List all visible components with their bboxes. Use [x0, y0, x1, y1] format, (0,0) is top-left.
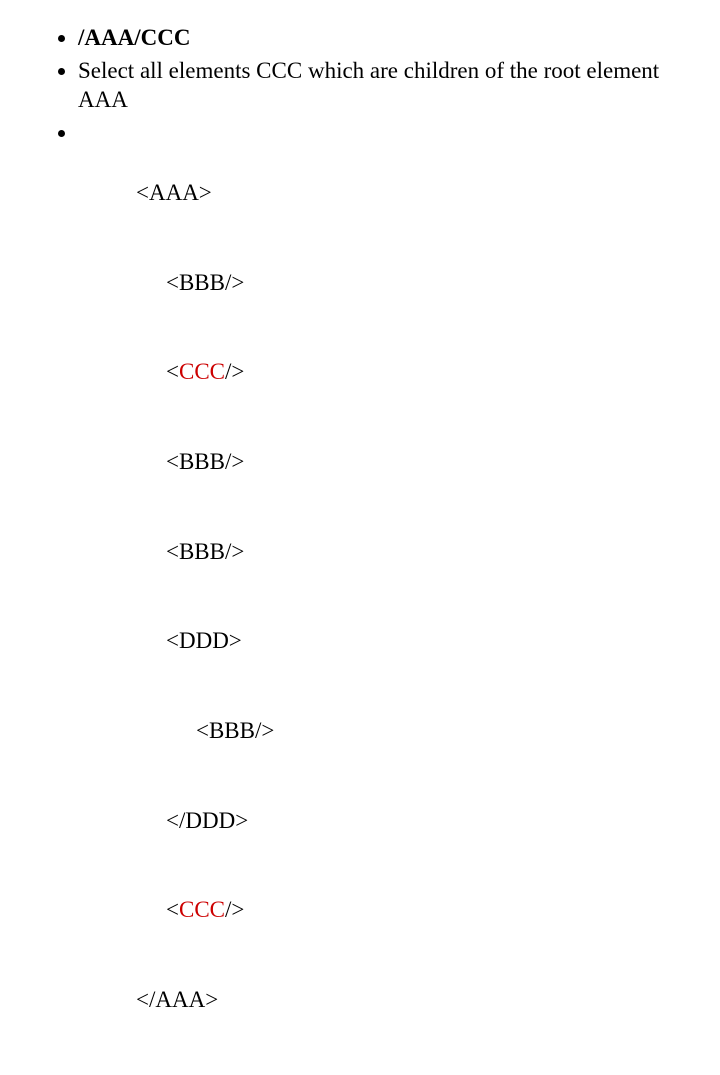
code-line-bbb-4: <BBB/>	[196, 716, 660, 746]
xpath-text: /AAA/CCC	[78, 25, 190, 50]
code-line-bbb-2: <BBB/>	[166, 447, 660, 477]
bullet-list: /AAA/CCC Select all elements CCC which a…	[60, 24, 660, 1075]
code-line-ccc-2: <CCC/>	[166, 895, 660, 925]
code-line-aaa-close: </AAA>	[136, 985, 660, 1015]
code-line-aaa-open: <AAA>	[136, 178, 660, 208]
bullet-description: Select all elements CCC which are childr…	[78, 57, 660, 115]
slide-content: /AAA/CCC Select all elements CCC which a…	[0, 0, 720, 1075]
code-line-bbb-3: <BBB/>	[166, 537, 660, 567]
code-line-ccc-1: <CCC/>	[166, 357, 660, 387]
ccc1-open-bracket: <	[166, 359, 179, 384]
code-line-ddd-close: </DDD>	[166, 806, 660, 836]
description-text: Select all elements CCC which are childr…	[78, 58, 659, 112]
code-line-bbb-1: <BBB/>	[166, 268, 660, 298]
bullet-xpath: /AAA/CCC	[78, 24, 660, 53]
bullet-code: <AAA> <BBB/> <CCC/> <BBB/> <BBB/> <DDD> …	[78, 118, 660, 1075]
code-line-ddd-open: <DDD>	[166, 626, 660, 656]
xml-code-block: <AAA> <BBB/> <CCC/> <BBB/> <BBB/> <DDD> …	[136, 118, 660, 1075]
ccc2-close-bracket: />	[225, 897, 244, 922]
ccc2-open-bracket: <	[166, 897, 179, 922]
ccc2-tag: CCC	[179, 897, 225, 922]
ccc1-close-bracket: />	[225, 359, 244, 384]
ccc1-tag: CCC	[179, 359, 225, 384]
